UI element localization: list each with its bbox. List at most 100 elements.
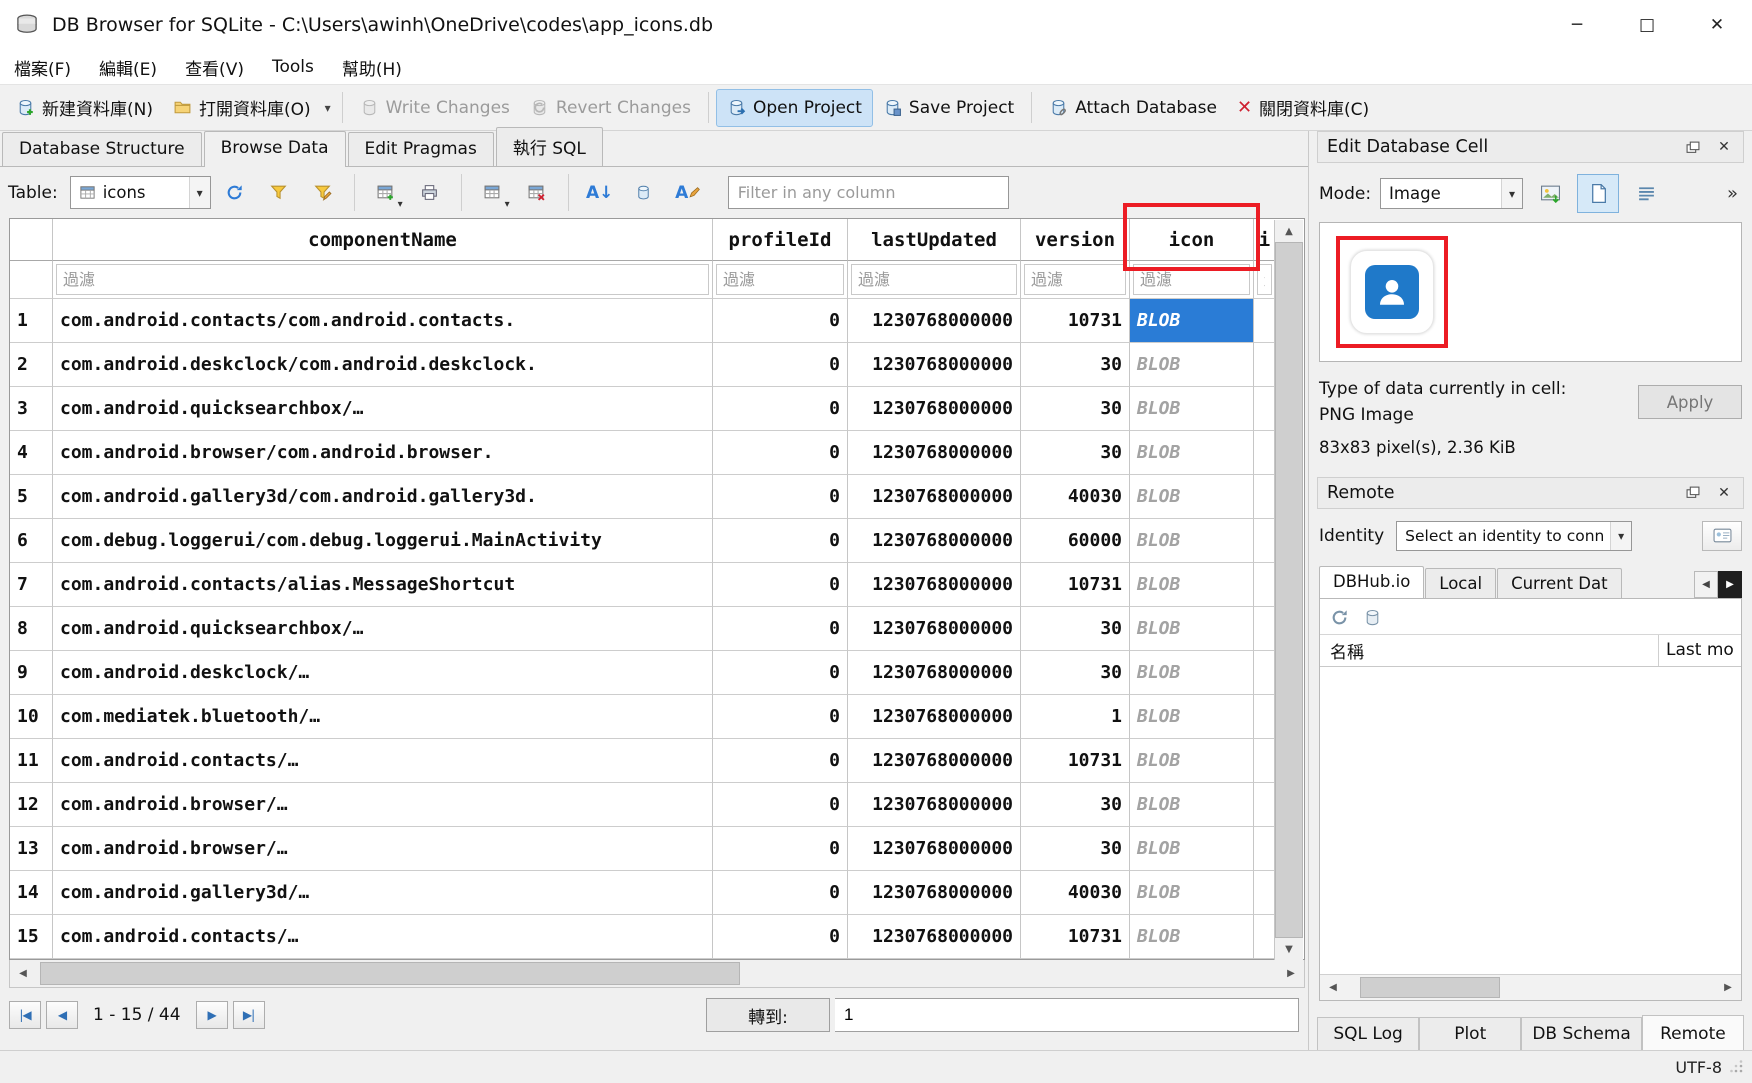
maximize-button[interactable]: □ [1612, 0, 1682, 50]
cell-profileId[interactable]: 0 [713, 871, 848, 915]
cell-partial[interactable] [1254, 563, 1275, 607]
prev-page-button[interactable]: ◀ [46, 1001, 78, 1029]
row-number-header[interactable] [10, 219, 53, 261]
row-number[interactable]: 2 [10, 343, 53, 387]
cell-version[interactable]: 30 [1021, 431, 1130, 475]
cell-profileId[interactable]: 0 [713, 431, 848, 475]
apply-button[interactable]: Apply [1638, 385, 1742, 419]
delete-record-button[interactable] [517, 175, 557, 211]
open-database-button[interactable]: 打開資料庫(O) [163, 87, 321, 128]
minimize-button[interactable]: ─ [1542, 0, 1612, 50]
cell-version[interactable]: 30 [1021, 827, 1130, 871]
cell-partial[interactable] [1254, 783, 1275, 827]
column-header-icon[interactable]: icon [1130, 219, 1254, 261]
remote-refresh-icon[interactable] [1330, 608, 1349, 627]
cell-version[interactable]: 30 [1021, 651, 1130, 695]
tab-database-structure[interactable]: Database Structure [2, 132, 202, 166]
cell-lastUpdated[interactable]: 1230768000000 [848, 387, 1021, 431]
remote-scrollbar-track[interactable] [1346, 975, 1715, 1000]
cell-lastUpdated[interactable]: 1230768000000 [848, 871, 1021, 915]
cell-icon-blob[interactable]: BLOB [1130, 783, 1254, 827]
cell-partial[interactable] [1254, 299, 1275, 343]
horizontal-scrollbar-track[interactable] [36, 960, 1278, 987]
identity-settings-button[interactable] [1702, 521, 1742, 551]
cell-profileId[interactable]: 0 [713, 695, 848, 739]
resize-grip-icon[interactable] [1730, 1060, 1744, 1074]
cell-version[interactable]: 1 [1021, 695, 1130, 739]
cell-icon-blob[interactable]: BLOB [1130, 827, 1254, 871]
last-page-button[interactable]: ▶| [233, 1001, 265, 1029]
cell-componentName[interactable]: com.android.contacts/… [53, 915, 713, 959]
cell-icon-blob[interactable]: BLOB [1130, 563, 1254, 607]
cell-profileId[interactable]: 0 [713, 475, 848, 519]
horizontal-scrollbar-thumb[interactable] [40, 962, 740, 985]
column-header-version[interactable]: version [1021, 219, 1130, 261]
cell-partial[interactable] [1254, 827, 1275, 871]
cell-version[interactable]: 40030 [1021, 871, 1130, 915]
cell-lastUpdated[interactable]: 1230768000000 [848, 827, 1021, 871]
open-database-caret-icon[interactable]: ▾ [321, 93, 335, 123]
next-page-button[interactable]: ▶ [196, 1001, 228, 1029]
menu-item-0[interactable]: 檔案(F) [0, 51, 85, 84]
scroll-right-icon[interactable]: ▶ [1278, 960, 1304, 987]
cell-componentName[interactable]: com.debug.loggerui/com.debug.loggerui.Ma… [53, 519, 713, 563]
row-number[interactable]: 14 [10, 871, 53, 915]
row-number[interactable]: 3 [10, 387, 53, 431]
cell-lastUpdated[interactable]: 1230768000000 [848, 299, 1021, 343]
cell-componentName[interactable]: com.android.contacts/alias.MessageShortc… [53, 563, 713, 607]
filter-input-lastUpdated[interactable] [851, 264, 1017, 295]
cell-version[interactable]: 10731 [1021, 739, 1130, 783]
refresh-button[interactable] [215, 175, 255, 211]
cell-lastUpdated[interactable]: 1230768000000 [848, 739, 1021, 783]
close-button[interactable]: ✕ [1682, 0, 1752, 50]
tab-scroll-left-icon[interactable]: ◀ [1694, 571, 1718, 598]
cell-version[interactable]: 30 [1021, 387, 1130, 431]
print-button[interactable] [410, 175, 450, 211]
column-header-lastUpdated[interactable]: lastUpdated [848, 219, 1021, 261]
cell-partial[interactable] [1254, 739, 1275, 783]
save-project-button[interactable]: Save Project [873, 90, 1024, 126]
dock-tab-remote[interactable]: Remote [1642, 1015, 1744, 1050]
insert-record-button[interactable]: ▾ [473, 175, 513, 211]
filter-input-profileId[interactable] [716, 264, 844, 295]
cell-icon-blob[interactable]: BLOB [1130, 695, 1254, 739]
remote-scrollbar-thumb[interactable] [1360, 977, 1500, 998]
cell-partial[interactable] [1254, 695, 1275, 739]
edit-cell-button[interactable]: A [668, 175, 708, 211]
sort-button[interactable]: A↓ [580, 175, 620, 211]
text-mode-button[interactable] [1577, 174, 1619, 213]
row-number[interactable]: 1 [10, 299, 53, 343]
cell-profileId[interactable]: 0 [713, 827, 848, 871]
cell-icon-blob[interactable]: BLOB [1130, 871, 1254, 915]
cell-partial[interactable] [1254, 607, 1275, 651]
menu-item-1[interactable]: 編輯(E) [85, 51, 171, 84]
undock-panel-icon[interactable] [1679, 135, 1707, 159]
cell-icon-blob[interactable]: BLOB [1130, 607, 1254, 651]
dock-tab-plot[interactable]: Plot [1419, 1017, 1521, 1050]
menu-item-2[interactable]: 查看(V) [171, 51, 258, 84]
row-number[interactable]: 6 [10, 519, 53, 563]
row-number[interactable]: 10 [10, 695, 53, 739]
cell-icon-blob[interactable]: BLOB [1130, 651, 1254, 695]
column-header-componentName[interactable]: componentName [53, 219, 713, 261]
remote-horizontal-scrollbar[interactable]: ◀ ▶ [1320, 974, 1741, 1000]
word-wrap-button[interactable] [1628, 177, 1664, 210]
cell-componentName[interactable]: com.android.gallery3d/com.android.galler… [53, 475, 713, 519]
cell-partial[interactable] [1254, 651, 1275, 695]
cell-lastUpdated[interactable]: 1230768000000 [848, 695, 1021, 739]
attach-database-button[interactable]: Attach Database [1039, 90, 1227, 126]
scroll-left-icon[interactable]: ◀ [10, 960, 36, 987]
cell-partial[interactable] [1254, 475, 1275, 519]
cell-icon-blob[interactable]: BLOB [1130, 387, 1254, 431]
remote-tab-dbhub-io[interactable]: DBHub.io [1319, 566, 1424, 598]
row-number[interactable]: 11 [10, 739, 53, 783]
toolbar-overflow-icon[interactable]: » [1723, 181, 1742, 206]
cell-icon-blob[interactable]: BLOB [1130, 475, 1254, 519]
cell-partial[interactable] [1254, 915, 1275, 959]
remote-column-last-modified[interactable]: Last mo [1659, 640, 1741, 660]
open-project-button[interactable]: Open Project [716, 89, 873, 127]
cell-componentName[interactable]: com.android.contacts/… [53, 739, 713, 783]
scroll-up-icon[interactable]: ▲ [1275, 220, 1303, 242]
cell-partial[interactable] [1254, 519, 1275, 563]
cell-version[interactable]: 30 [1021, 343, 1130, 387]
